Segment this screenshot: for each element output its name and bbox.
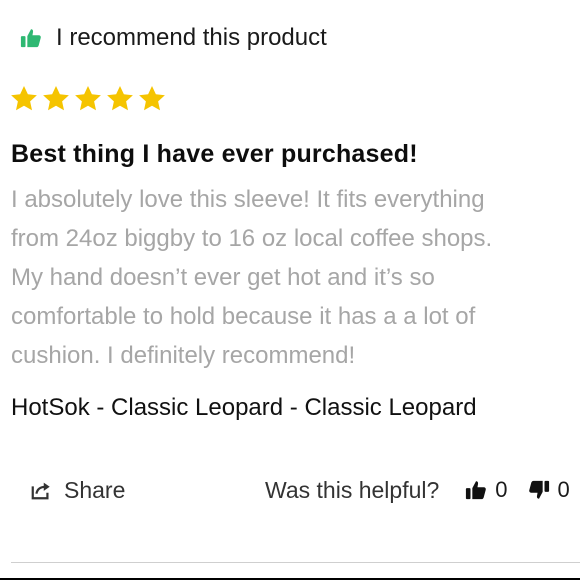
review-body-line: cushion. I definitely recommend! — [11, 342, 356, 369]
helpful-no-button[interactable]: 0 — [528, 477, 570, 503]
recommendation: I recommend this product — [20, 22, 327, 54]
review-footer: Share Was this helpful? 0 0 — [0, 472, 580, 508]
share-label: Share — [64, 476, 126, 503]
recommendation-text: I recommend this product — [56, 24, 327, 51]
thumbs-down-icon — [528, 479, 550, 501]
share-button[interactable]: Share — [30, 472, 125, 508]
divider — [11, 562, 580, 563]
review-card: I recommend this product Best thing I ha… — [0, 0, 580, 580]
review-body-line: I absolutely love this sleeve! It fits e… — [11, 186, 485, 213]
helpful-yes-button[interactable]: 0 — [465, 477, 508, 503]
review-body: I absolutely love this sleeve! It fits e… — [11, 180, 577, 375]
review-title: Best thing I have ever purchased! — [11, 140, 418, 168]
product-variant: HotSok - Classic Leopard - Classic Leopa… — [11, 394, 477, 421]
star-icon — [73, 84, 103, 114]
review-body-line: from 24oz biggby to 16 oz local coffee s… — [11, 225, 493, 252]
thumbs-up-icon — [465, 479, 487, 501]
review-body-line: comfortable to hold because it has a a l… — [11, 303, 476, 330]
star-icon — [137, 84, 167, 114]
star-icon — [105, 84, 135, 114]
helpful-no-count: 0 — [557, 477, 570, 502]
helpful-yes-count: 0 — [495, 477, 508, 502]
share-icon — [30, 479, 52, 501]
star-icon — [41, 84, 71, 114]
review-body-line: My hand doesn’t ever get hot and it’s so — [11, 264, 435, 291]
star-rating — [9, 84, 167, 114]
helpful-label: Was this helpful? — [265, 476, 440, 503]
thumbs-up-icon — [20, 27, 42, 49]
helpful-section: Was this helpful? 0 0 — [265, 472, 570, 508]
star-icon — [9, 84, 39, 114]
